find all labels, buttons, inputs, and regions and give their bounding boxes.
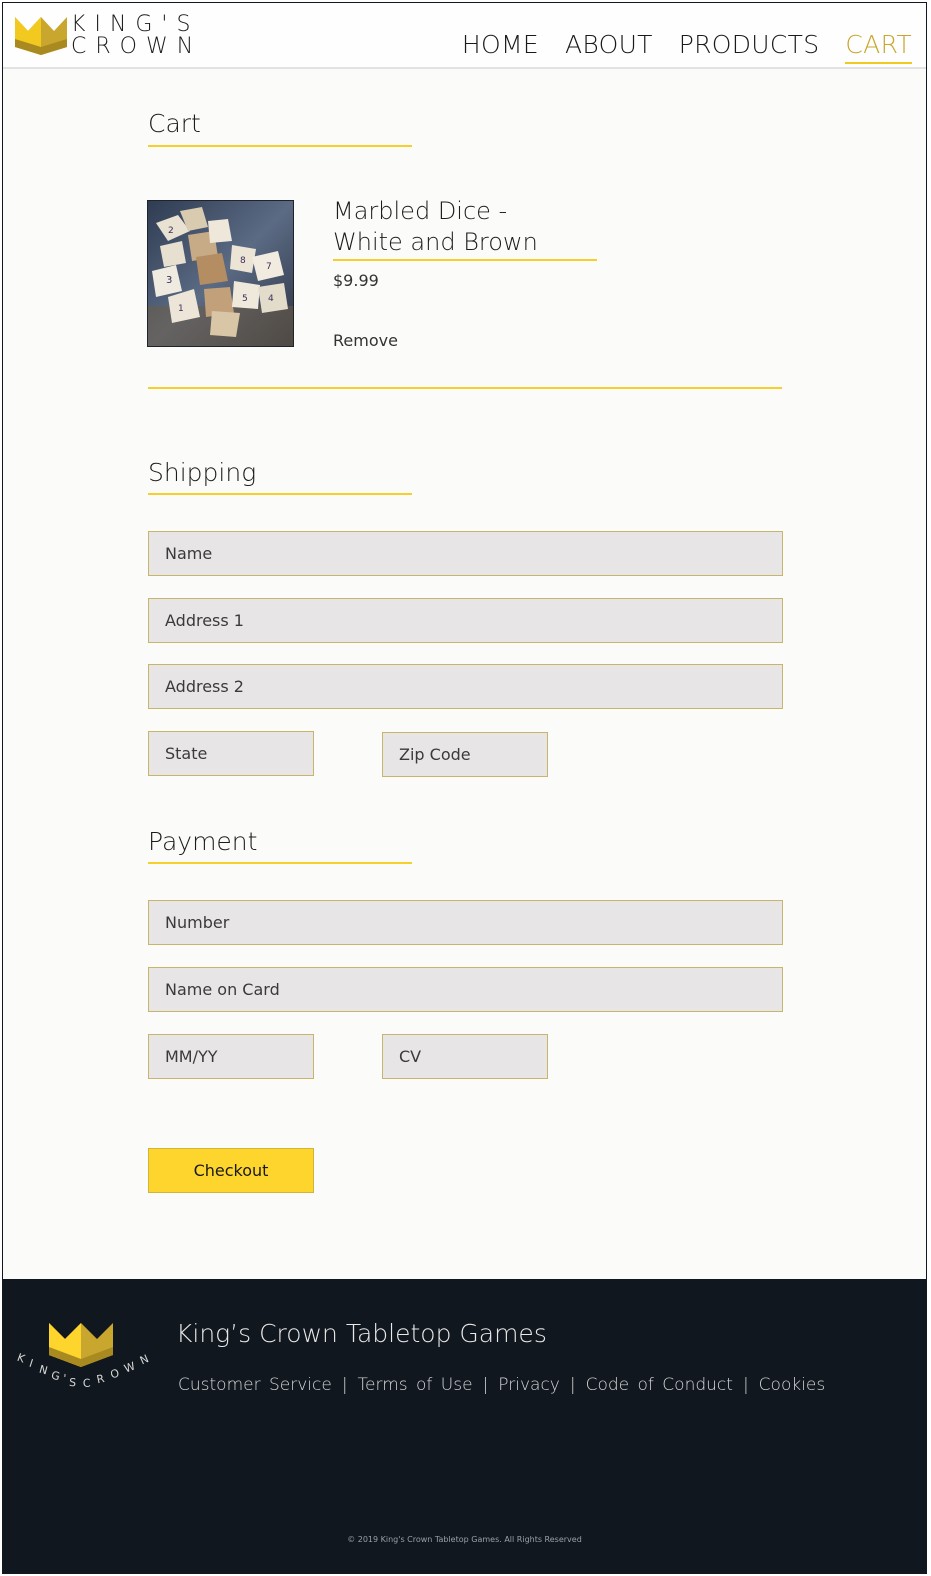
svg-text:': '	[62, 1372, 66, 1385]
svg-text:G: G	[50, 1369, 61, 1383]
svg-text:4: 4	[268, 294, 274, 304]
footer-separator: |	[482, 1375, 489, 1395]
footer-links: Customer Service | Terms of Use | Privac…	[178, 1375, 825, 1395]
brand-wordmark: KING'S CROWN	[71, 14, 202, 58]
nav-cart[interactable]: CART	[845, 30, 912, 64]
shipping-zip-input[interactable]	[382, 732, 548, 777]
payment-title: Payment	[148, 827, 258, 856]
cart-item-underline	[333, 259, 597, 261]
footer-link-terms[interactable]: Terms of Use	[358, 1375, 473, 1395]
cart-title-underline	[148, 145, 412, 147]
main-nav: HOME ABOUT PRODUCTS CART	[462, 30, 912, 64]
svg-text:5: 5	[242, 294, 248, 304]
site-header: KING'S CROWN HOME ABOUT PRODUCTS CART	[3, 3, 926, 69]
site-footer: K I N G ' S C R O W N King’s Crown Table…	[3, 1279, 926, 1573]
card-expiry-input[interactable]	[148, 1034, 314, 1079]
svg-text:7: 7	[266, 262, 272, 272]
cart-title: Cart	[148, 109, 201, 138]
footer-separator: |	[341, 1375, 348, 1395]
footer-crown-logo-icon: K I N G ' S C R O W N	[15, 1323, 151, 1391]
copyright-text: © 2019 King's Crown Tabletop Games. All …	[347, 1535, 582, 1544]
brand-line-1: KING'S	[71, 12, 200, 37]
checkout-button[interactable]: Checkout	[148, 1148, 314, 1193]
svg-text:R: R	[95, 1372, 106, 1386]
footer-link-cookies[interactable]: Cookies	[759, 1375, 826, 1395]
name-on-card-input[interactable]	[148, 967, 783, 1012]
shipping-address2-input[interactable]	[148, 664, 783, 709]
cart-item-image: 2 3 8 7 5 1 4	[147, 200, 294, 347]
page: KING'S CROWN HOME ABOUT PRODUCTS CART Ca…	[2, 2, 927, 1574]
crown-logo-icon	[15, 17, 67, 55]
cart-item-name[interactable]: Marbled Dice - White and Brown	[333, 196, 603, 258]
svg-text:1: 1	[178, 304, 184, 314]
card-cv-input[interactable]	[382, 1034, 548, 1079]
footer-link-privacy[interactable]: Privacy	[498, 1375, 560, 1395]
nav-home[interactable]: HOME	[462, 30, 539, 64]
svg-text:C: C	[82, 1377, 91, 1391]
svg-text:S: S	[69, 1376, 77, 1389]
footer-link-customer-service[interactable]: Customer Service	[178, 1375, 332, 1395]
shipping-state-input[interactable]	[148, 731, 314, 776]
nav-about[interactable]: ABOUT	[565, 30, 653, 64]
svg-text:3: 3	[166, 275, 172, 286]
shipping-title: Shipping	[148, 458, 257, 487]
cart-item-price: $9.99	[333, 271, 379, 290]
nav-products[interactable]: PRODUCTS	[679, 30, 820, 64]
shipping-address1-input[interactable]	[148, 598, 783, 643]
svg-text:W: W	[122, 1359, 137, 1375]
footer-link-code-of-conduct[interactable]: Code of Conduct	[586, 1375, 733, 1395]
shipping-title-underline	[148, 493, 412, 495]
svg-text:2: 2	[168, 226, 174, 236]
dice-photo-icon: 2 3 8 7 5 1 4	[148, 201, 293, 346]
footer-separator: |	[742, 1375, 749, 1395]
payment-title-underline	[148, 862, 412, 864]
footer-title: King’s Crown Tabletop Games	[176, 1319, 547, 1348]
svg-text:N: N	[138, 1352, 151, 1367]
footer-separator: |	[569, 1375, 576, 1395]
shipping-name-input[interactable]	[148, 531, 783, 576]
svg-text:O: O	[109, 1366, 121, 1381]
svg-text:I: I	[28, 1357, 35, 1370]
card-number-input[interactable]	[148, 900, 783, 945]
svg-text:8: 8	[240, 256, 246, 266]
svg-text:K: K	[15, 1351, 27, 1366]
cart-divider	[148, 387, 782, 389]
cart-item-name-line-1: Marbled Dice -	[333, 197, 508, 225]
remove-item-link[interactable]: Remove	[333, 331, 398, 350]
cart-item-name-line-2: White and Brown	[333, 228, 538, 256]
brand-logo[interactable]: KING'S CROWN	[15, 13, 195, 63]
footer-brand-logo[interactable]: K I N G ' S C R O W N	[13, 1317, 155, 1397]
brand-line-2: CROWN	[71, 34, 203, 59]
svg-text:N: N	[38, 1363, 49, 1378]
